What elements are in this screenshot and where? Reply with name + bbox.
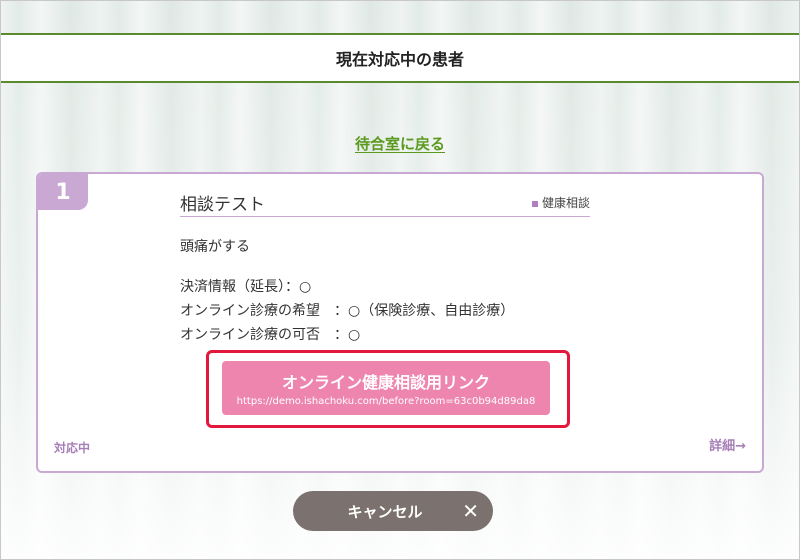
category-square-icon [531, 200, 538, 207]
online-consult-preference: オンライン診療の希望 ：○（保険診療、自由診療） [180, 303, 515, 319]
online-consult-link-button[interactable]: オンライン健康相談用リンク https://demo.ishachoku.com… [222, 361, 550, 415]
cancel-button[interactable]: キャンセル ✕ [293, 491, 493, 531]
symptom-text: 頭痛がする [180, 239, 250, 255]
card-number-badge: 1 [38, 174, 88, 210]
detail-link[interactable]: 詳細→ [709, 435, 746, 454]
category-label: 健康相談 [541, 196, 590, 210]
back-to-waiting-room-link[interactable]: 待合室に戻る [355, 135, 445, 153]
page-header: 現在対応中の患者 [1, 33, 799, 83]
page-frame: 現在対応中の患者 待合室に戻る 1 相談テスト 健康相談 頭痛がする 決済情報（… [0, 0, 800, 560]
link-button-url: https://demo.ishachoku.com/before?room=6… [236, 396, 536, 407]
cancel-button-label: キャンセル [347, 502, 423, 521]
page-title: 現在対応中の患者 [335, 50, 464, 69]
status-label: 対応中 [54, 441, 91, 455]
consultation-title: 相談テスト [180, 195, 265, 215]
category-tag: 健康相談 [531, 194, 590, 211]
online-consult-availability: オンライン診療の可否 ：○ [180, 327, 361, 343]
link-highlight-box: オンライン健康相談用リンク https://demo.ishachoku.com… [206, 350, 570, 428]
patient-card: 1 相談テスト 健康相談 頭痛がする 決済情報（延長）：○ オンライン診療の希望… [36, 172, 764, 473]
card-title-row: 相談テスト 健康相談 [180, 188, 590, 217]
back-link-container: 待合室に戻る [1, 133, 799, 154]
payment-info: 決済情報（延長）：○ [180, 279, 312, 295]
link-button-label: オンライン健康相談用リンク [281, 373, 490, 392]
close-icon: ✕ [462, 499, 479, 523]
